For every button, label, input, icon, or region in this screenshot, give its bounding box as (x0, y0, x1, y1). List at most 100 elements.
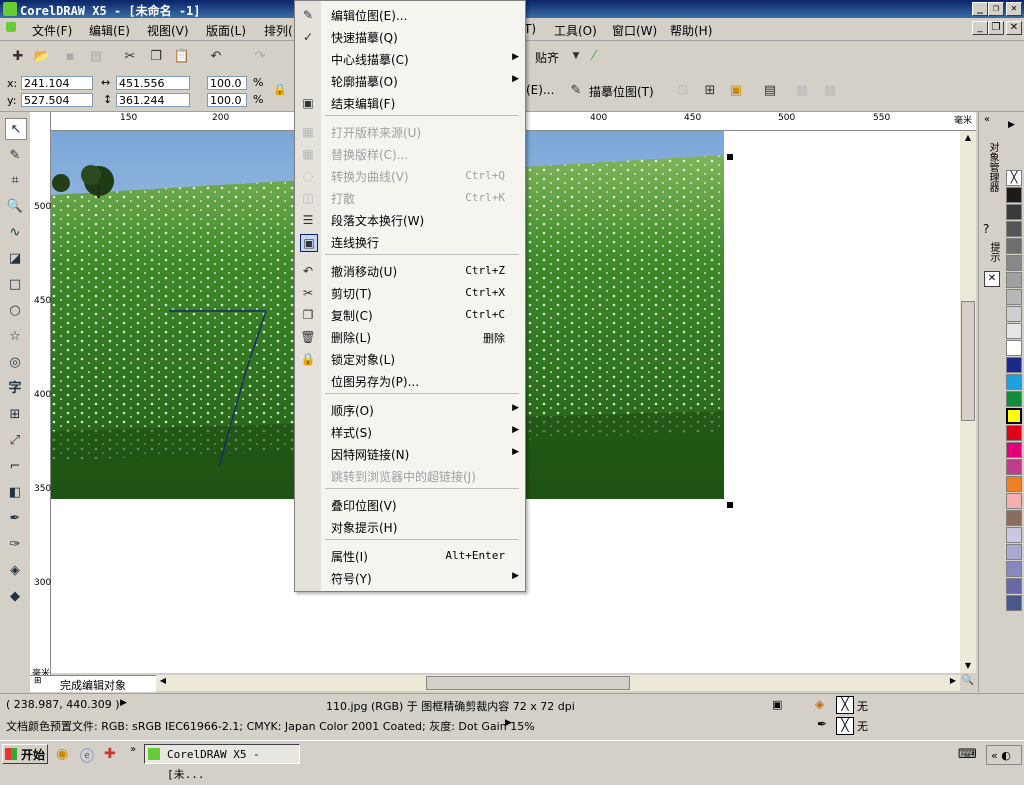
close-icon[interactable]: ✕ (984, 271, 1000, 287)
context-menu-item[interactable]: ✂ 剪切(T) Ctrl+X (295, 281, 525, 303)
no-color-swatch[interactable]: ╳ (1006, 170, 1022, 186)
context-menu-item[interactable]: 位图另存为(P)... (295, 369, 525, 391)
crop-icon[interactable]: ⊡ (673, 80, 693, 100)
dynamic-guides-icon[interactable]: ⁄ (584, 46, 604, 66)
horizontal-scroll-thumb[interactable] (426, 676, 630, 690)
color-swatch[interactable] (1006, 323, 1022, 339)
smart-fill-icon[interactable]: ◪ (5, 248, 25, 268)
context-menu-item[interactable]: 叠印位图(V) (295, 493, 525, 515)
scale-x-field[interactable]: 100.0 (207, 76, 247, 90)
tray-expand-icon[interactable]: « ◐ (986, 745, 1022, 765)
outline-none-swatch[interactable]: ╳ (836, 717, 854, 735)
context-menu-item[interactable]: 对象提示(H) (295, 515, 525, 537)
ellipse-tool-icon[interactable]: ○ (5, 300, 25, 320)
menu-help[interactable]: 帮助(H) (670, 22, 712, 39)
crop-tool-icon[interactable]: ⌗ (5, 170, 25, 190)
menu-edit[interactable]: 编辑(E) (89, 22, 130, 39)
more-icon[interactable]: » (130, 744, 136, 755)
object-manager-tab[interactable]: 对象管理器 (984, 142, 998, 192)
menu-tools[interactable]: 工具(O) (554, 22, 597, 39)
menu-arrange[interactable]: 排列( (264, 22, 293, 39)
save-icon[interactable]: ▪ (60, 46, 80, 66)
fill-bucket-icon[interactable]: ◈ (5, 560, 25, 580)
pick-tool-icon[interactable]: ↖ (5, 118, 27, 140)
open-folder-icon[interactable]: 📂 (32, 46, 52, 66)
trace-partial-label[interactable]: (E)... (526, 83, 554, 97)
freehand-tool-icon[interactable]: ∿ (5, 222, 25, 242)
fill-none-swatch[interactable]: ╳ (836, 696, 854, 714)
context-menu-item[interactable]: ✓ 快速描摹(Q) (295, 25, 525, 47)
snap-dropdown[interactable]: 贴齐 (535, 49, 559, 66)
shape-tool-icon[interactable]: ✎ (5, 145, 25, 165)
color-swatch[interactable] (1006, 408, 1022, 424)
hints-tab[interactable]: 提示 (985, 242, 999, 262)
context-menu-item[interactable]: 顺序(O) ▶ (295, 398, 525, 420)
context-menu-item[interactable]: 符号(Y) ▶ (295, 566, 525, 588)
context-menu-item[interactable]: 样式(S) ▶ (295, 420, 525, 442)
app-launcher-icon[interactable]: ✚ (104, 746, 116, 762)
color-swatch[interactable] (1006, 187, 1022, 203)
doc-restore-button[interactable]: ❐ (988, 21, 1004, 35)
undo-icon[interactable]: ↶ (206, 46, 226, 66)
color-swatch[interactable] (1006, 272, 1022, 288)
color-swatch[interactable] (1006, 289, 1022, 305)
vertical-scrollbar[interactable]: ▲ ▼ (960, 131, 976, 673)
profile-arrow-icon[interactable]: ▶ (505, 718, 512, 728)
trace-bitmap-button[interactable]: 描摹位图(T) (589, 83, 654, 100)
scroll-up-icon[interactable]: ▲ (960, 131, 976, 145)
color-swatch[interactable] (1006, 357, 1022, 373)
color-swatch[interactable] (1006, 493, 1022, 509)
context-menu-item[interactable]: 🗑 删除(L) 删除 (295, 325, 525, 347)
doc-close-button[interactable]: ✕ (1006, 21, 1022, 35)
color-proof-icon[interactable]: ▣ (772, 698, 782, 711)
page-tab[interactable]: 完成编辑对象 (60, 677, 126, 693)
to-front-icon[interactable]: ▦ (792, 80, 812, 100)
zoom-tool-icon[interactable]: 🔍 (5, 196, 25, 216)
color-swatch[interactable] (1006, 374, 1022, 390)
color-swatch[interactable] (1006, 238, 1022, 254)
vertical-scroll-thumb[interactable] (961, 301, 975, 421)
doc-minimize-button[interactable]: _ (972, 21, 988, 35)
zoom-navigator-icon[interactable]: 🔍 (960, 675, 976, 691)
redo-icon[interactable]: ↷ (250, 46, 270, 66)
browser-icon[interactable]: ⓔ (80, 746, 94, 766)
color-swatch[interactable] (1006, 476, 1022, 492)
play-icon[interactable]: ▶ (120, 698, 127, 708)
context-menu-item[interactable]: 中心线描摹(C) ▶ (295, 47, 525, 69)
color-swatch[interactable] (1006, 340, 1022, 356)
wrap-text-icon[interactable]: ▤ (760, 80, 780, 100)
selection-handle[interactable] (727, 154, 733, 160)
new-document-icon[interactable]: ✚ (8, 46, 28, 66)
context-menu-item[interactable]: 🔒 锁定对象(L) (295, 347, 525, 369)
connector-tool-icon[interactable]: ⌐ (5, 456, 25, 476)
color-swatch[interactable] (1006, 391, 1022, 407)
eyedropper-icon[interactable]: ✒ (5, 508, 25, 528)
color-swatch[interactable] (1006, 595, 1022, 611)
context-menu-item[interactable]: ✎ 编辑位图(E)... (295, 3, 525, 25)
context-menu-item[interactable]: ▣ 连线换行 (295, 230, 525, 252)
color-swatch[interactable] (1006, 306, 1022, 322)
menu-view[interactable]: 视图(V) (147, 22, 189, 39)
text-tool-icon[interactable]: 字 (5, 376, 25, 396)
color-swatch[interactable] (1006, 510, 1022, 526)
table-tool-icon[interactable]: ⊞ (5, 404, 25, 424)
cut-icon[interactable]: ✂ (120, 46, 140, 66)
maximize-button[interactable]: ❐ (988, 2, 1004, 16)
resample-icon[interactable]: ▣ (726, 80, 746, 100)
basic-shapes-icon[interactable]: ◎ (5, 352, 25, 372)
vertical-ruler[interactable]: 500 450 400 350 300 毫米 (30, 130, 51, 686)
print-icon[interactable]: ▤ (86, 46, 106, 66)
context-menu-item[interactable]: 轮廓描摹(O) ▶ (295, 69, 525, 91)
width-field[interactable]: 451.556 mm (116, 76, 190, 104)
menu-window[interactable]: 窗口(W) (612, 22, 657, 39)
context-menu-item[interactable]: 因特网链接(N) ▶ (295, 442, 525, 464)
scroll-right-icon[interactable]: ▶ (946, 676, 960, 685)
selection-handle[interactable] (727, 502, 733, 508)
x-position-field[interactable]: 241.104 mm (21, 76, 93, 104)
color-swatch[interactable] (1006, 204, 1022, 220)
menu-layout[interactable]: 版面(L) (206, 22, 246, 39)
context-menu-item[interactable]: ▣ 结束编辑(F) (295, 91, 525, 113)
edit-bitmap-icon[interactable]: ⊞ (700, 80, 720, 100)
dimension-tool-icon[interactable]: ⤢ (5, 430, 25, 450)
paste-icon[interactable]: 📋 (172, 46, 192, 66)
